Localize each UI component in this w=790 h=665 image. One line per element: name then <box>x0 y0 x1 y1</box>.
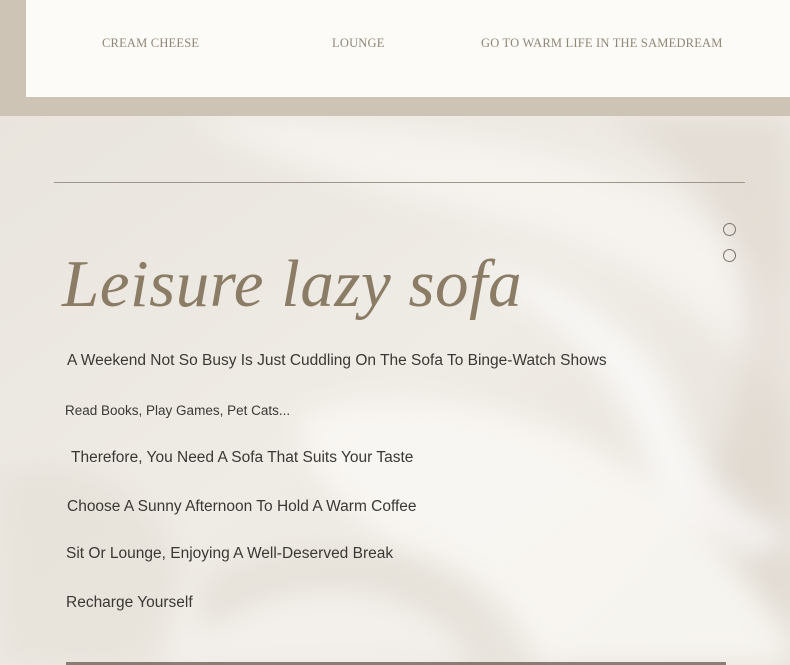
hero-line: Therefore, You Need A Sofa That Suits Yo… <box>71 449 414 466</box>
page: CREAM CHEESE LOUNGE GO TO WARM LIFE IN T… <box>0 0 790 665</box>
nav-item-lounge[interactable]: LOUNGE <box>332 36 385 51</box>
hero-line: Choose A Sunny Afternoon To Hold A Warm … <box>67 498 417 515</box>
divider-line <box>54 182 745 183</box>
nav-bar: CREAM CHEESE LOUNGE GO TO WARM LIFE IN T… <box>26 0 790 97</box>
nav-item-cream-cheese[interactable]: CREAM CHEESE <box>102 36 199 51</box>
hero-line: Sit Or Lounge, Enjoying A Well-Deserved … <box>66 545 394 562</box>
hero-line: Recharge Yourself <box>66 594 193 611</box>
silk-background <box>0 116 790 665</box>
carousel-dot-icon[interactable] <box>723 223 736 236</box>
hero-line: A Weekend Not So Busy Is Just Cuddling O… <box>67 352 607 369</box>
carousel-dot-icon[interactable] <box>723 249 736 262</box>
nav-item-warm-life[interactable]: GO TO WARM LIFE IN THE SAMEDREAM <box>481 36 723 51</box>
hero-line: Read Books, Play Games, Pet Cats... <box>65 403 291 418</box>
hero-title: Leisure lazy sofa <box>62 247 523 321</box>
